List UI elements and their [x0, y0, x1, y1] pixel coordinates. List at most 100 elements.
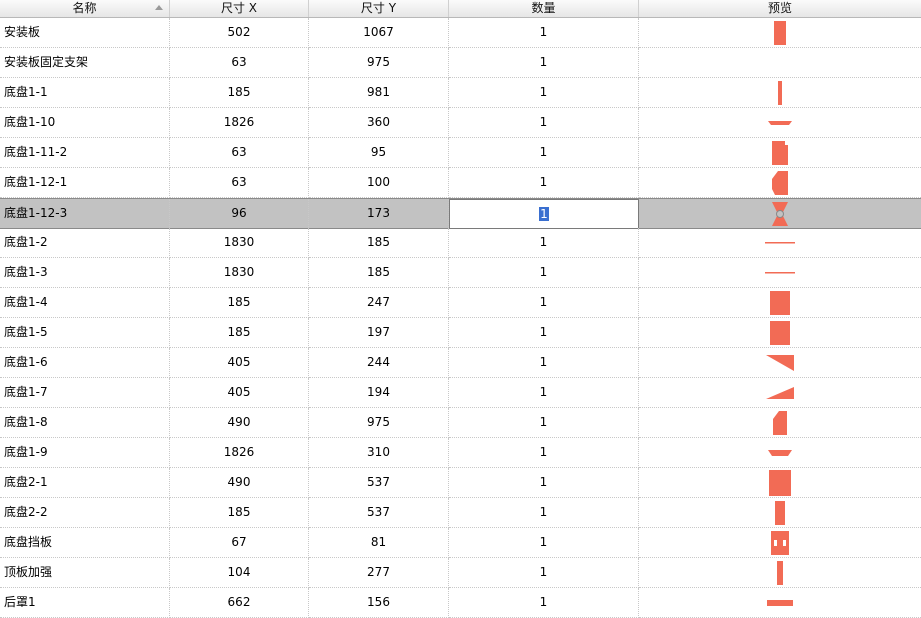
cell-name: 底盘1-2	[0, 228, 170, 258]
cell-size-y: 244	[309, 348, 449, 378]
cell-size-x: 104	[170, 558, 309, 588]
quantity-value: 1	[539, 505, 548, 519]
table-row[interactable]: 底盘1-4 185 247 1	[0, 288, 921, 318]
cell-size-y: 975	[309, 48, 449, 78]
quantity-value: 1	[539, 445, 548, 459]
cell-quantity[interactable]: 1	[449, 78, 639, 108]
cell-quantity[interactable]: 1	[449, 288, 639, 318]
quantity-input-selection[interactable]: 1	[539, 207, 549, 221]
cell-quantity[interactable]: 1	[449, 348, 639, 378]
cell-preview	[639, 18, 921, 48]
cell-preview	[639, 438, 921, 468]
quantity-value: 1	[539, 325, 548, 339]
column-header-size-y[interactable]: 尺寸 Y	[309, 0, 449, 17]
part-preview-thumbnail	[770, 290, 790, 315]
table-row[interactable]: 安装板 502 1067 1	[0, 18, 921, 48]
table-row[interactable]: 底盘1-5 185 197 1	[0, 318, 921, 348]
cell-size-y: 310	[309, 438, 449, 468]
cell-preview	[639, 108, 921, 138]
cell-quantity[interactable]: 1	[449, 528, 639, 558]
cell-size-x: 1826	[170, 108, 309, 138]
quantity-value: 1	[539, 115, 548, 129]
quantity-value: 1	[539, 565, 548, 579]
part-preview-thumbnail	[766, 386, 794, 399]
quantity-edit-field[interactable]: 1	[449, 199, 639, 229]
cell-quantity[interactable]: 1	[449, 48, 639, 78]
part-preview-thumbnail	[765, 271, 795, 274]
cell-size-y: 185	[309, 258, 449, 288]
quantity-value: 1	[539, 415, 548, 429]
cell-quantity[interactable]: 1	[449, 258, 639, 288]
table-row[interactable]: 底盘2-1 490 537 1	[0, 468, 921, 498]
cell-preview	[639, 528, 921, 558]
column-header-quantity[interactable]: 数量	[449, 0, 639, 17]
table-row[interactable]: 底盘1-2 1830 185 1	[0, 228, 921, 258]
quantity-value: 1	[539, 595, 548, 609]
quantity-value: 1	[539, 85, 548, 99]
cell-name: 底盘1-12-3	[0, 199, 170, 229]
cell-quantity[interactable]: 1	[449, 228, 639, 258]
table-row[interactable]: 底盘1-1 185 981 1	[0, 78, 921, 108]
cell-quantity[interactable]: 1	[449, 438, 639, 468]
cell-size-y: 247	[309, 288, 449, 318]
table-row[interactable]: 底盘1-7 405 194 1	[0, 378, 921, 408]
cell-preview	[639, 138, 921, 168]
grid-body: 安装板 502 1067 1 安装板固定支架 63 975 1 底盘1-1 18…	[0, 18, 921, 618]
cell-preview	[639, 48, 921, 78]
part-preview-thumbnail	[772, 140, 788, 165]
cell-preview	[639, 348, 921, 378]
table-row[interactable]: 底盘挡板 67 81 1	[0, 528, 921, 558]
cell-name: 底盘1-4	[0, 288, 170, 318]
table-row[interactable]: 底盘2-2 185 537 1	[0, 498, 921, 528]
cell-size-x: 1830	[170, 258, 309, 288]
table-row[interactable]: 底盘1-9 1826 310 1	[0, 438, 921, 468]
table-row[interactable]: 底盘1-12-3 96 173 1	[0, 198, 921, 229]
cell-quantity[interactable]: 1	[449, 378, 639, 408]
cell-size-y: 1067	[309, 18, 449, 48]
table-row[interactable]: 底盘1-12-1 63 100 1	[0, 168, 921, 198]
cell-size-x: 63	[170, 138, 309, 168]
part-preview-thumbnail	[773, 410, 787, 435]
cell-size-x: 405	[170, 378, 309, 408]
cell-quantity[interactable]: 1	[449, 318, 639, 348]
part-preview-thumbnail	[765, 241, 795, 244]
table-row[interactable]: 安装板固定支架 63 975 1	[0, 48, 921, 78]
table-row[interactable]: 底盘1-10 1826 360 1	[0, 108, 921, 138]
cell-name: 底盘2-2	[0, 498, 170, 528]
cell-name: 底盘1-3	[0, 258, 170, 288]
cell-quantity[interactable]: 1	[449, 498, 639, 528]
cell-quantity[interactable]: 1	[449, 468, 639, 498]
column-header-size-x[interactable]: 尺寸 X	[170, 0, 309, 17]
table-row[interactable]: 顶板加强 104 277 1	[0, 558, 921, 588]
cell-quantity[interactable]: 1	[449, 168, 639, 198]
cell-size-x: 490	[170, 468, 309, 498]
column-header-preview[interactable]: 预览	[639, 0, 921, 17]
table-row[interactable]: 底盘1-8 490 975 1	[0, 408, 921, 438]
cell-name: 安装板固定支架	[0, 48, 170, 78]
cell-quantity[interactable]: 1	[449, 408, 639, 438]
cell-size-x: 185	[170, 78, 309, 108]
cell-quantity[interactable]: 1	[449, 108, 639, 138]
quantity-value: 1	[539, 175, 548, 189]
part-preview-thumbnail	[772, 170, 788, 195]
cell-size-x: 96	[170, 199, 309, 229]
cell-size-x: 63	[170, 168, 309, 198]
cell-quantity[interactable]: 1	[449, 558, 639, 588]
parts-grid: 名称 尺寸 X 尺寸 Y 数量 预览 安装板 502 1067 1 安装板固定支…	[0, 0, 921, 618]
quantity-value: 1	[539, 475, 548, 489]
cell-name: 底盘1-11-2	[0, 138, 170, 168]
cell-quantity[interactable]: 1	[449, 18, 639, 48]
cell-name: 底盘1-7	[0, 378, 170, 408]
cell-size-y: 100	[309, 168, 449, 198]
cell-quantity[interactable]: 1	[449, 138, 639, 168]
table-row[interactable]: 底盘1-3 1830 185 1	[0, 258, 921, 288]
column-header-name[interactable]: 名称	[0, 0, 170, 17]
quantity-value: 1	[539, 355, 548, 369]
quantity-value: 1	[539, 385, 548, 399]
cell-size-x: 1826	[170, 438, 309, 468]
cell-size-x: 185	[170, 288, 309, 318]
cell-size-y: 194	[309, 378, 449, 408]
table-row[interactable]: 底盘1-11-2 63 95 1	[0, 138, 921, 168]
table-row[interactable]: 底盘1-6 405 244 1	[0, 348, 921, 378]
part-preview-thumbnail	[767, 599, 793, 606]
